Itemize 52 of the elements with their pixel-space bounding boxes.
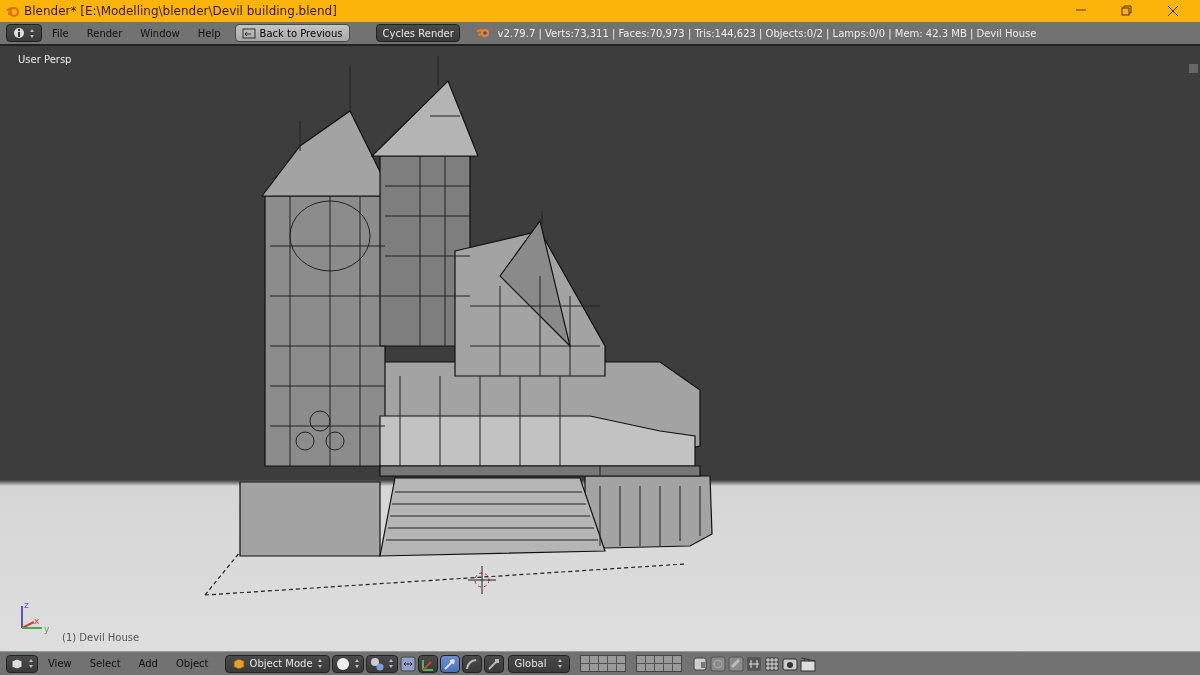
scale-manipulator-button[interactable] (483, 654, 504, 673)
restore-icon[interactable] (1120, 4, 1134, 18)
proportional-edit-icon[interactable] (399, 655, 416, 672)
close-icon[interactable] (1166, 4, 1180, 18)
cube-icon (10, 656, 24, 671)
menu-item[interactable]: View (40, 654, 80, 673)
sphere-icon (335, 656, 350, 671)
blender-logo-icon (6, 4, 20, 18)
snap-element-icon[interactable] (745, 655, 762, 672)
info-icon (13, 27, 25, 39)
updown-icon (316, 658, 323, 669)
menu-item[interactable]: Select (81, 654, 129, 673)
shading-dropdown[interactable] (331, 654, 364, 673)
menu-item[interactable]: File (44, 24, 77, 42)
3d-cursor-icon (467, 565, 497, 595)
grid-icon[interactable] (763, 655, 780, 672)
scene-statistics: v2.79.7 | Verts:73,311 | Faces:70,973 | Tris:144,623 | Objects:0/2 | Lamps:0/0 | Mem: 42.3 MB | Devil House (497, 27, 1037, 39)
mode-dropdown[interactable]: Object Mode (224, 654, 330, 673)
updown-icon (28, 658, 34, 669)
rotate-manipulator-button[interactable] (461, 654, 482, 673)
axis-label: x (34, 616, 40, 626)
menu-item[interactable]: Window (132, 24, 188, 42)
axis-label: z (24, 600, 29, 610)
screen-back-icon (241, 27, 256, 39)
layer-grid[interactable] (579, 655, 626, 672)
updown-icon (353, 658, 360, 669)
menu-item[interactable]: Add (130, 654, 166, 673)
window-title: Blender* [E:\Modelling\blender\Devil building.blend] (24, 4, 338, 18)
axis-label: y (44, 624, 50, 634)
updown-icon (29, 27, 35, 39)
menu-item[interactable]: Help (189, 24, 229, 42)
panel-toggle-icon[interactable] (1189, 64, 1198, 73)
cube-icon (231, 656, 246, 671)
clapperboard-icon[interactable] (799, 655, 816, 672)
editor-type-button[interactable] (6, 24, 42, 42)
layer-grid[interactable] (635, 655, 682, 672)
updown-icon (556, 658, 563, 669)
pivot-point-icon (369, 656, 384, 671)
translate-manipulator-button[interactable] (439, 654, 460, 673)
editor-type-button[interactable] (6, 654, 38, 673)
manipulator-toggle-button[interactable] (417, 654, 438, 673)
orientation-dropdown[interactable]: Global (507, 654, 570, 673)
render-camera-icon[interactable] (781, 655, 798, 672)
updown-icon (387, 658, 394, 669)
object-label: (1) Devil House (62, 632, 140, 643)
view-label: User Persp (18, 54, 72, 65)
pivot-dropdown[interactable] (365, 654, 398, 673)
menu-item[interactable]: Object (167, 654, 217, 673)
render-engine-dropdown[interactable]: Cycles Render (375, 24, 460, 42)
blender-logo-icon (475, 26, 490, 40)
menu-item[interactable]: Render (78, 24, 131, 42)
back-to-previous-button[interactable]: Back to Previous (234, 24, 350, 42)
